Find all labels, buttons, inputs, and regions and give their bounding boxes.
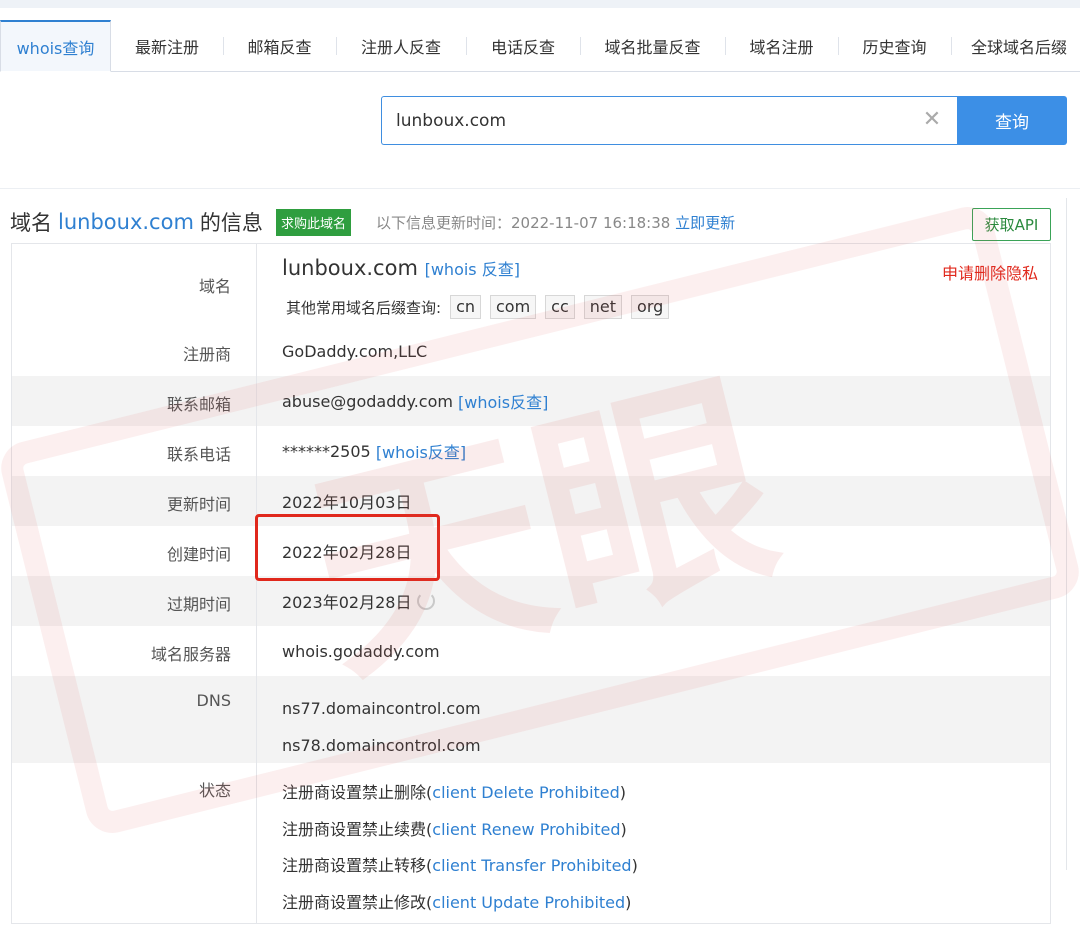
row-label: 创建时间 (12, 526, 257, 576)
whois-reverse-link[interactable]: [whois 反查] (425, 260, 520, 279)
email-value: abuse@godaddy.com (282, 391, 453, 411)
refresh-icon[interactable] (417, 592, 436, 610)
registrar-value: GoDaddy.com,LLC (282, 341, 428, 361)
suffix-org[interactable]: org (631, 295, 670, 319)
get-api-button[interactable]: 获取API (972, 208, 1051, 241)
phone-value: ******2505 (282, 441, 371, 461)
domain-value: lunboux.com (282, 256, 418, 280)
expires-value: 2023年02月28日 (282, 593, 412, 612)
status-code-link[interactable]: client Renew Prohibited (432, 820, 620, 839)
nav-tabs: whois查询 最新注册 邮箱反查 注册人反查 电话反查 域名批量反查 域名注册… (0, 20, 1080, 72)
tab-history[interactable]: 历史查询 (838, 20, 951, 72)
table-row-expires: 过期时间 2023年02月28日 (12, 576, 1050, 626)
title-prefix: 域名 (10, 211, 52, 235)
top-strip (0, 0, 1080, 8)
status-item: 注册商设置禁止修改(client Update Prohibited) (282, 892, 632, 912)
tab-registrant-reverse[interactable]: 注册人反查 (336, 20, 466, 72)
title-suffix: 的信息 (199, 211, 263, 235)
tab-phone-reverse[interactable]: 电话反查 (466, 20, 580, 72)
status-code-link[interactable]: client Delete Prohibited (432, 783, 620, 802)
phone-reverse-link[interactable]: [whois反查] (376, 439, 466, 463)
tab-global-suffixes[interactable]: 全球域名后缀 (951, 20, 1080, 72)
table-row-created: 创建时间 2022年02月28日 (12, 526, 1050, 576)
status-text: 注册商设置禁止修改 (282, 892, 427, 912)
tab-latest-registrations[interactable]: 最新注册 (111, 20, 223, 72)
close-icon[interactable]: ✕ (921, 108, 943, 132)
whois-table: 域名 lunboux.com [whois 反查] 申请删除隐私 其他常用域名后… (11, 243, 1051, 924)
row-label: 域名服务器 (12, 626, 257, 676)
page-title: 域名 lunboux.com 的信息 (10, 207, 263, 237)
tab-whois[interactable]: whois查询 (0, 20, 111, 72)
divider (0, 188, 1080, 189)
status-text: 注册商设置禁止续费 (282, 819, 427, 839)
table-row-registrar: 注册商 GoDaddy.com,LLC (12, 326, 1050, 376)
row-label: 联系电话 (12, 426, 257, 476)
table-row-dns: DNS ns77.domaincontrol.com ns78.domainco… (12, 676, 1050, 763)
table-row-updated: 更新时间 2022年10月03日 (12, 476, 1050, 526)
status-text: 注册商设置禁止转移 (282, 856, 427, 875)
table-row-whois-server: 域名服务器 whois.godaddy.com (12, 626, 1050, 676)
suffix-prompt: 其他常用域名后缀查询: (286, 298, 442, 317)
update-info: 以下信息更新时间：2022-11-07 16:18:38 立即更新 (376, 212, 735, 233)
refresh-now-link[interactable]: 立即更新 (675, 214, 735, 232)
search-bar: ✕ 查询 (381, 96, 1067, 145)
status-code-link[interactable]: client Transfer Prohibited (432, 856, 631, 875)
row-label: 域名 (12, 244, 257, 326)
delete-privacy-link[interactable]: 申请删除隐私 (942, 260, 1038, 284)
table-row-email: 联系邮箱 abuse@godaddy.com [whois反查] (12, 376, 1050, 426)
tab-bulk-reverse[interactable]: 域名批量反查 (580, 20, 725, 72)
suffix-net[interactable]: net (583, 295, 623, 319)
suffix-lookup: 其他常用域名后缀查询: cn com cc net org (286, 295, 670, 319)
row-label: 注册商 (12, 326, 257, 376)
row-label: 过期时间 (12, 576, 257, 626)
table-row-status: 状态 注册商设置禁止删除(client Delete Prohibited) 注… (12, 763, 1050, 923)
update-time-text: 以下信息更新时间：2022-11-07 16:18:38 (376, 214, 671, 232)
status-item: 注册商设置禁止续费(client Renew Prohibited) (282, 819, 627, 839)
created-value: 2022年02月28日 (282, 543, 412, 562)
row-label: 更新时间 (12, 476, 257, 526)
dns-server-2: ns78.domaincontrol.com (282, 736, 481, 755)
scrollbar[interactable] (1066, 198, 1080, 870)
tab-email-reverse[interactable]: 邮箱反查 (223, 20, 336, 72)
suffix-com[interactable]: com (490, 295, 537, 319)
status-item: 注册商设置禁止删除(client Delete Prohibited) (282, 783, 627, 802)
row-label: 联系邮箱 (12, 376, 257, 426)
suffix-cn[interactable]: cn (450, 295, 481, 319)
dns-server-1: ns77.domaincontrol.com (282, 699, 481, 718)
table-row-phone: 联系电话 ******2505 [whois反查] (12, 426, 1050, 476)
search-input[interactable] (381, 96, 957, 145)
buy-domain-button[interactable]: 求购此域名 (276, 209, 352, 236)
row-label: DNS (12, 676, 257, 763)
row-label: 状态 (12, 763, 257, 923)
whois-server-value: whois.godaddy.com (282, 641, 440, 661)
status-item: 注册商设置禁止转移(client Transfer Prohibited) (282, 856, 638, 875)
email-reverse-link[interactable]: [whois反查] (458, 389, 548, 413)
title-domain: lunboux.com (58, 210, 194, 234)
suffix-cc[interactable]: cc (545, 295, 575, 319)
query-button[interactable]: 查询 (957, 96, 1067, 145)
table-row-domain: 域名 lunboux.com [whois 反查] 申请删除隐私 其他常用域名后… (12, 244, 1050, 326)
tab-domain-registration[interactable]: 域名注册 (725, 20, 838, 72)
status-code-link[interactable]: client Update Prohibited (432, 893, 625, 912)
status-text: 注册商设置禁止删除 (282, 783, 427, 802)
updated-value: 2022年10月03日 (282, 493, 412, 512)
